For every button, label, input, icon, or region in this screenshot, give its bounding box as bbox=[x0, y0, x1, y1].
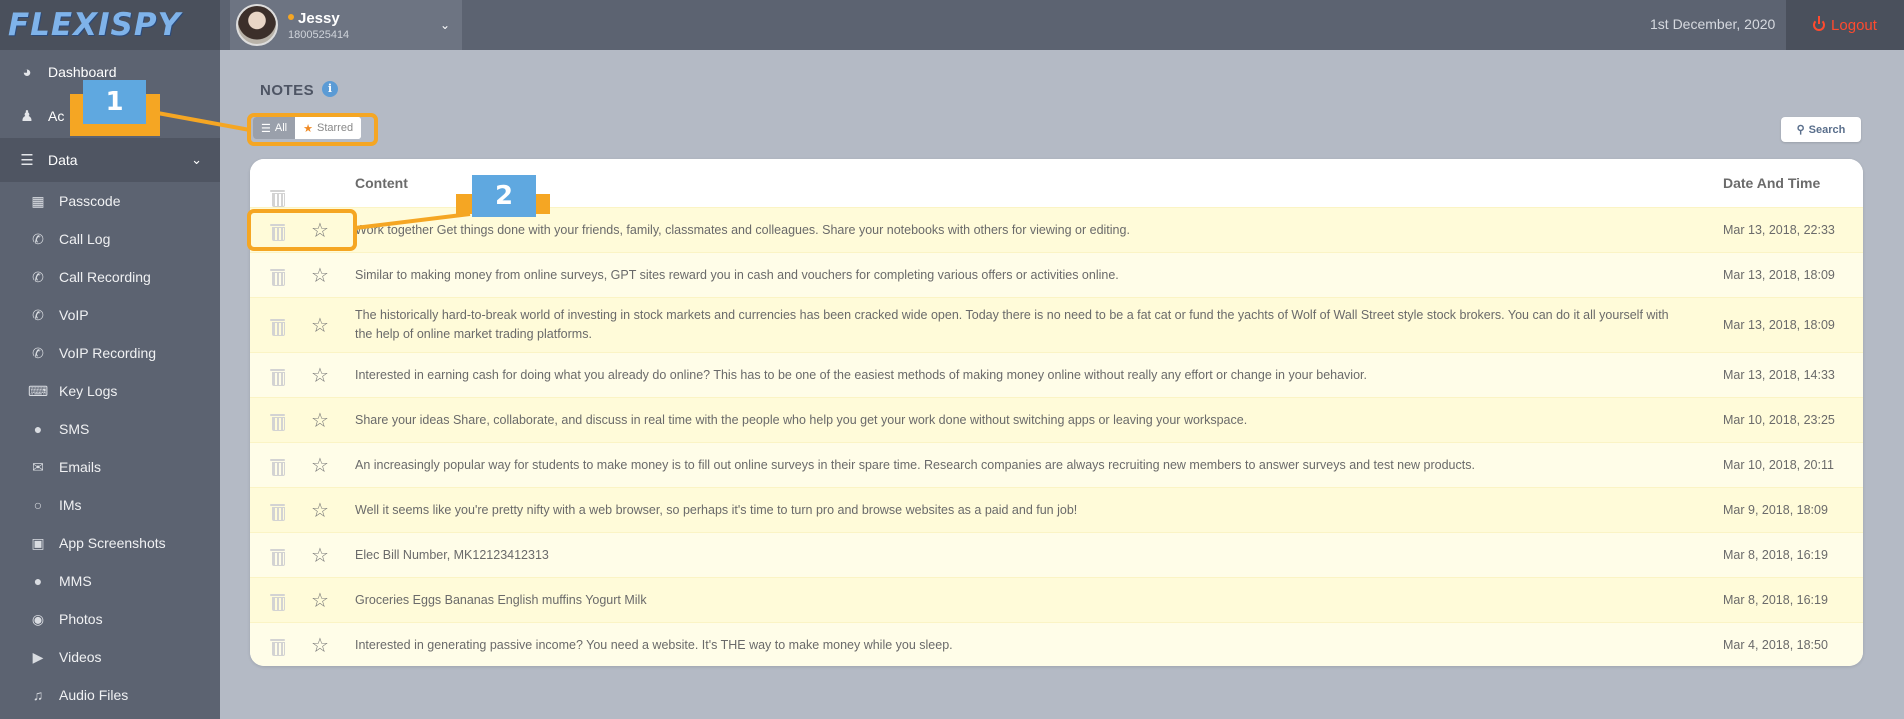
callout-1-line bbox=[151, 110, 251, 132]
annotation-lines bbox=[151, 110, 471, 230]
callout-1-highlight bbox=[247, 113, 378, 146]
callout-2-line bbox=[354, 212, 471, 230]
callout-2-label: 2 bbox=[472, 175, 536, 217]
callout-2-highlight bbox=[247, 209, 357, 251]
callout-1-label: 1 bbox=[83, 80, 146, 124]
